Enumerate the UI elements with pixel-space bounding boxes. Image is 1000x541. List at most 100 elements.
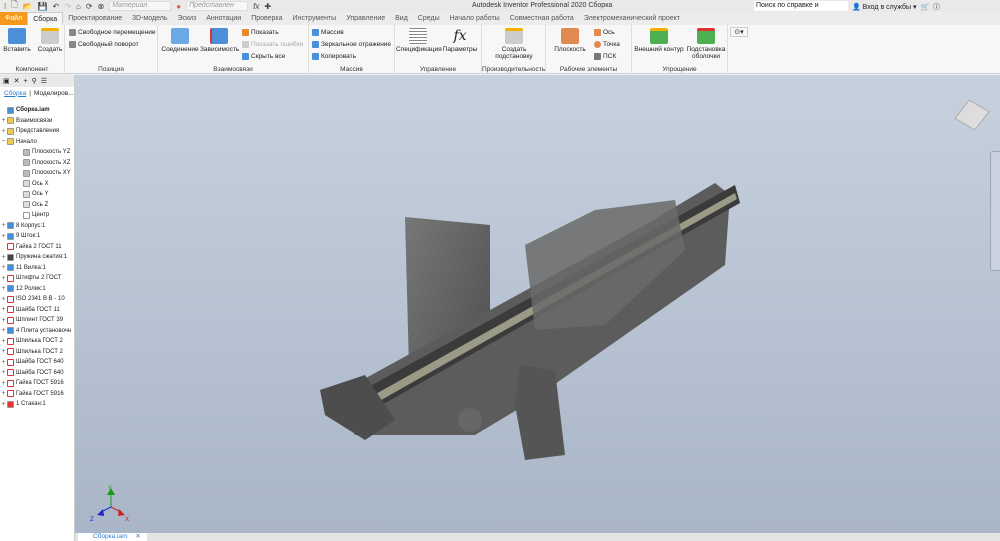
search-icon[interactable]: ⚲	[32, 77, 37, 85]
tree-item[interactable]: +12 Ролик:1	[0, 284, 74, 295]
show-errors-button[interactable]: Показать ошибки	[242, 41, 303, 48]
expand-toggle[interactable]: +	[0, 117, 7, 124]
free-move-button[interactable]: Свободное перемещение	[69, 29, 155, 36]
expand-toggle[interactable]: +	[0, 327, 7, 334]
tree-item[interactable]: + ISO 2341 B B - 10	[0, 294, 74, 305]
tree-item[interactable]: Плоскость XY	[0, 168, 74, 179]
expand-toggle[interactable]: +	[0, 338, 7, 345]
tree-item[interactable]: + Шплинт ГОСТ 39	[0, 315, 74, 326]
expand-toggle[interactable]: +	[0, 296, 7, 303]
parameters-button[interactable]: fx Параметры	[441, 28, 479, 53]
expand-toggle[interactable]: +	[0, 275, 7, 282]
ribbon-options-dropdown[interactable]: ⊙▾	[730, 27, 748, 37]
expand-toggle[interactable]: +	[0, 233, 7, 240]
expand-toggle[interactable]: +	[0, 401, 7, 408]
tree-item[interactable]: +8 Корпус:1	[0, 221, 74, 232]
tab-sketch[interactable]: Эскиз	[172, 12, 201, 25]
tree-item[interactable]: + Пружина сжатия:1	[0, 252, 74, 263]
show-button[interactable]: Показать	[242, 29, 279, 36]
tree-item[interactable]: Ось X	[0, 179, 74, 190]
tree-item[interactable]: + Шайба ГОСТ 640	[0, 357, 74, 368]
tab-collaborate[interactable]: Совместная работа	[505, 12, 579, 25]
expand-toggle[interactable]: +	[0, 380, 7, 387]
expand-toggle[interactable]: +	[0, 254, 7, 261]
tab-environments[interactable]: Среды	[413, 12, 445, 25]
expand-toggle[interactable]: −	[0, 138, 7, 145]
appearance-select[interactable]: Представлен	[186, 1, 249, 11]
navigation-bar[interactable]	[990, 151, 1000, 271]
tree-item[interactable]: + Гайка ГОСТ 5916	[0, 389, 74, 400]
fx-icon[interactable]: fx	[253, 2, 259, 11]
home-icon[interactable]: ⌂	[76, 2, 81, 11]
tree-item[interactable]: Ось Y	[0, 189, 74, 200]
tree-item[interactable]: Гайка 2 ГОСТ 11	[0, 242, 74, 253]
tab-tools[interactable]: Инструменты	[288, 12, 342, 25]
expand-toggle[interactable]: +	[0, 222, 7, 229]
tab-get-started[interactable]: Начало работы	[445, 12, 505, 25]
tab-assemble[interactable]: Сборка	[27, 12, 64, 25]
expand-toggle[interactable]: +	[0, 348, 7, 355]
close-doc-icon[interactable]: ⊗	[98, 2, 105, 11]
expand-toggle[interactable]: +	[0, 369, 7, 376]
tab-3d-model[interactable]: 3D-модель	[127, 12, 172, 25]
tree-item[interactable]: + Штифты 2 ГОСТ	[0, 273, 74, 284]
free-rotate-button[interactable]: Свободный поворот	[69, 41, 139, 48]
tab-electromechanical[interactable]: Электромеханический проект	[579, 12, 685, 25]
tree-item[interactable]: Сборка.iam	[0, 105, 74, 116]
tab-annotate[interactable]: Аннотации	[201, 12, 246, 25]
plus-icon[interactable]: ✚	[264, 2, 271, 11]
expand-toggle[interactable]: +	[0, 285, 7, 292]
app-icon[interactable]: I	[4, 2, 6, 11]
bom-button[interactable]: Спецификация	[396, 28, 442, 53]
tab-view[interactable]: Вид	[390, 12, 413, 25]
tree-item[interactable]: Плоскость XZ	[0, 158, 74, 169]
browser-tab-assembly[interactable]: Сборка	[4, 90, 26, 97]
tree-item[interactable]: + Шпилька ГОСТ 2	[0, 336, 74, 347]
tree-item[interactable]: Плоскость YZ	[0, 147, 74, 158]
axis-button[interactable]: Ось	[594, 29, 615, 36]
expand-toggle[interactable]: +	[0, 390, 7, 397]
mirror-button[interactable]: Зеркальное отражение	[312, 41, 391, 48]
tree-item[interactable]: − Начало	[0, 137, 74, 148]
tab-design[interactable]: Проектирование	[63, 12, 127, 25]
shell-substitute-button[interactable]: Подстановка оболочки	[686, 28, 726, 60]
tree-item[interactable]: +11 Вилка:1	[0, 263, 74, 274]
expand-toggle[interactable]: +	[0, 317, 7, 324]
create-substitute-button[interactable]: Создать подстановку	[486, 28, 542, 60]
update-icon[interactable]: ⟳	[86, 2, 93, 11]
ucs-button[interactable]: ПСК	[594, 53, 616, 60]
tree-item[interactable]: + Взаимосвязи	[0, 116, 74, 127]
expand-toggle[interactable]: +	[0, 359, 7, 366]
tree-item[interactable]: + Гайка ГОСТ 5916	[0, 378, 74, 389]
help-search-input[interactable]: Поиск по справке и командам.	[754, 1, 848, 19]
constrain-button[interactable]: Зависимость	[200, 28, 239, 53]
close-icon[interactable]: ✕	[14, 77, 20, 85]
tree-item[interactable]: + Шпилька ГОСТ 2	[0, 347, 74, 358]
pattern-button[interactable]: Массив	[312, 29, 344, 36]
undo-icon[interactable]: ↶	[53, 2, 60, 11]
save-icon[interactable]: 💾	[38, 2, 48, 11]
browser-tab-modeling[interactable]: Моделиров...	[34, 90, 74, 97]
graphics-viewport[interactable]: Y X Z	[75, 75, 1000, 533]
tab-manage[interactable]: Управление	[341, 12, 390, 25]
sign-in-button[interactable]: 👤 Вход в службы ▾ 🛒 ⓘ	[852, 2, 940, 12]
redo-icon[interactable]: ↷	[64, 2, 71, 11]
point-button[interactable]: Точка	[594, 41, 620, 48]
tree-item[interactable]: +1 Стакан:1	[0, 399, 74, 410]
plane-button[interactable]: Плоскость	[550, 28, 590, 53]
joint-button[interactable]: Соединение	[161, 28, 199, 53]
tree-item[interactable]: Центр	[0, 210, 74, 221]
insert-button[interactable]: Вставить	[3, 28, 31, 53]
doc-tab-assembly[interactable]: Сборка.iam ✕	[78, 533, 147, 541]
material-select[interactable]: Материал	[109, 1, 172, 11]
copy-button[interactable]: Копировать	[312, 53, 356, 60]
tree-item[interactable]: + Шайба ГОСТ 640	[0, 368, 74, 379]
open-icon[interactable]: 📂	[23, 2, 33, 11]
hide-all-button[interactable]: Скрыть все	[242, 53, 285, 60]
menu-icon[interactable]: ☰	[41, 77, 47, 85]
tree-item[interactable]: +9 Шток:1	[0, 231, 74, 242]
tab-file[interactable]: Файл	[0, 12, 28, 25]
shrinkwrap-button[interactable]: Внешний контур	[634, 28, 684, 53]
tree-item[interactable]: + Шайба ГОСТ 11	[0, 305, 74, 316]
expand-toggle[interactable]: +	[0, 264, 7, 271]
